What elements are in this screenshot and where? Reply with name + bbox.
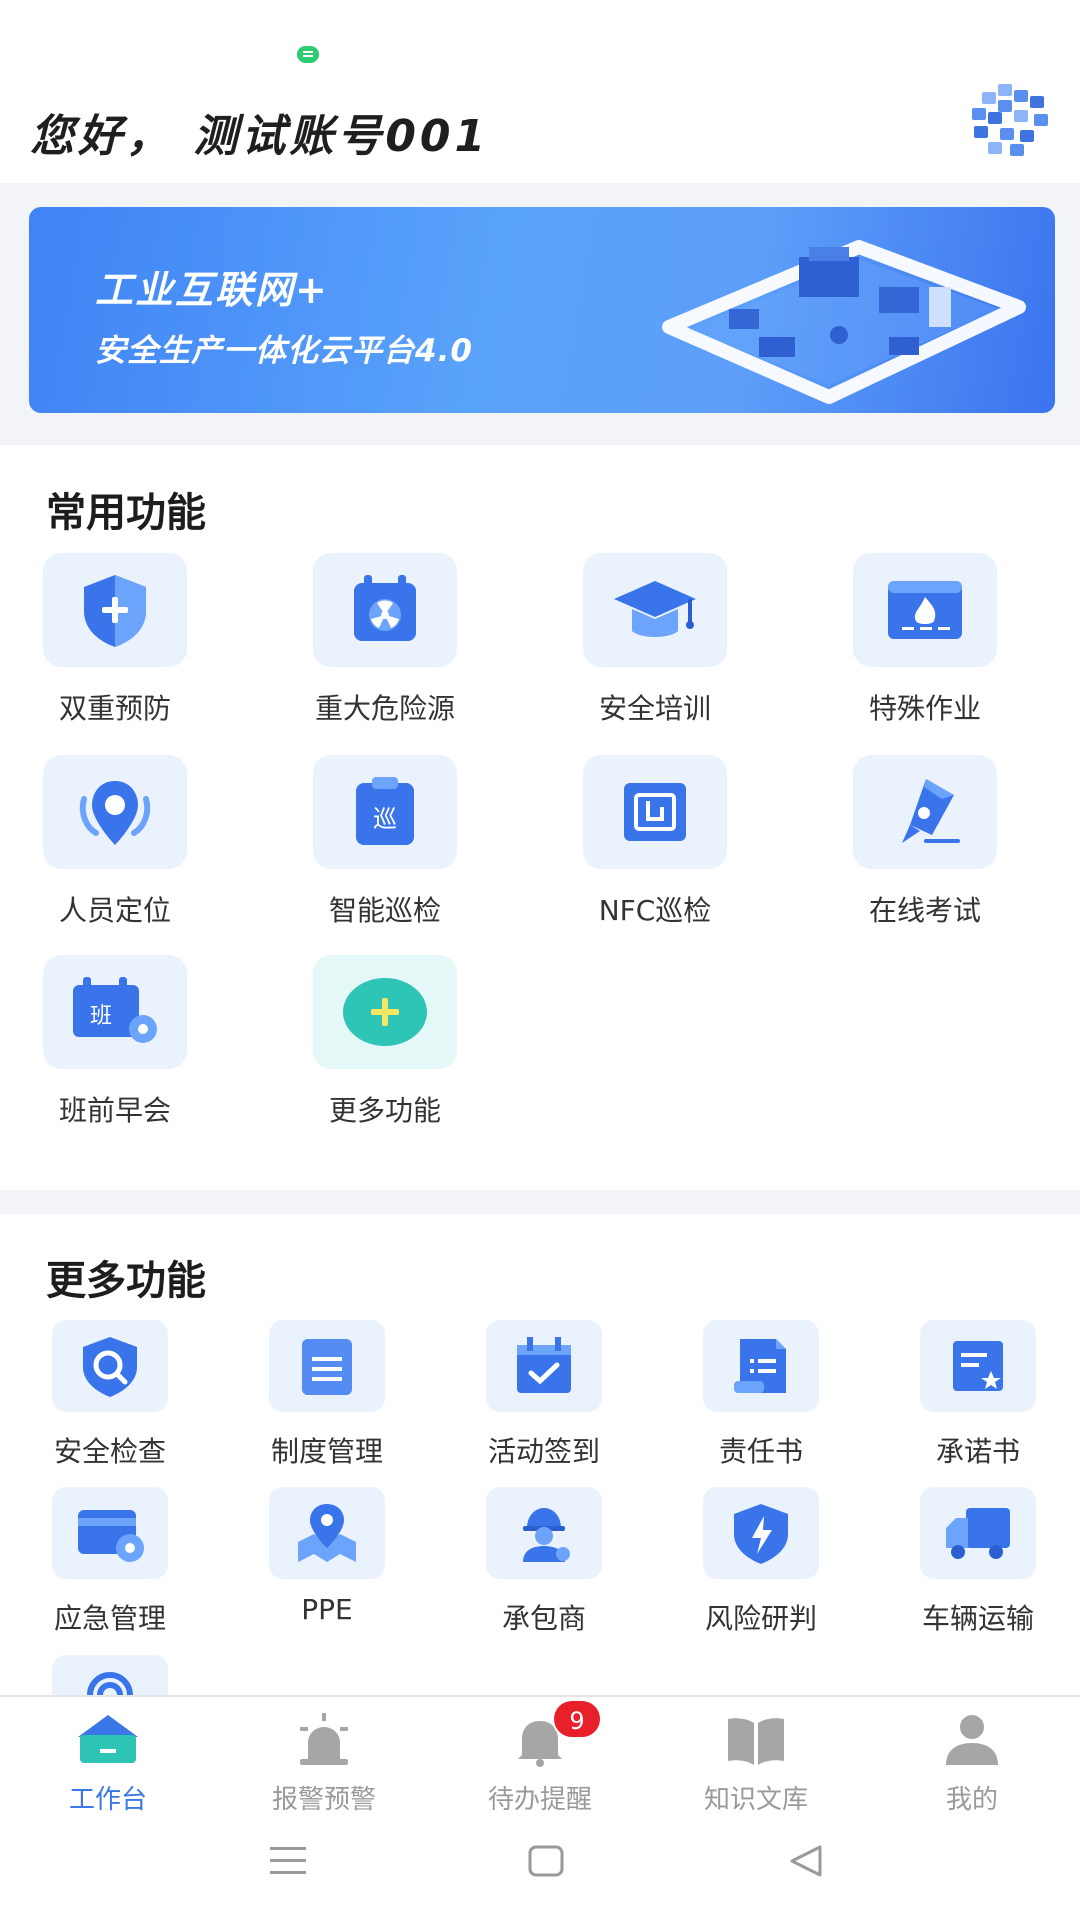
location-pin-icon: [43, 755, 187, 869]
more-emergency-management[interactable]: 应急管理: [20, 1487, 200, 1637]
more-contractor[interactable]: 承包商: [454, 1487, 634, 1637]
nav-label: 我的: [945, 1785, 998, 1815]
home-icon[interactable]: [526, 1843, 566, 1879]
nav-label: 工作台: [68, 1785, 147, 1815]
func-label: 安全培训: [598, 692, 711, 725]
menu-icon[interactable]: [268, 1843, 308, 1879]
func-major-hazard[interactable]: 重大危险源: [275, 553, 495, 727]
document-icon: [269, 1320, 385, 1412]
more-risk-assessment[interactable]: 风险研判: [671, 1487, 851, 1637]
func-nfc-patrol[interactable]: NFC巡检: [545, 755, 765, 929]
more-safety-check[interactable]: 安全检查: [20, 1320, 200, 1470]
book-icon: [728, 1718, 784, 1765]
nav-profile[interactable]: 我的: [864, 1697, 1080, 1815]
func-label: 承包商: [501, 1602, 586, 1635]
patrol-clipboard-icon: 巡: [313, 755, 457, 869]
section-divider: [0, 1190, 1080, 1214]
radiation-calendar-icon: [313, 553, 457, 667]
func-label: 活动签到: [487, 1435, 600, 1468]
plus-circle-icon: [313, 955, 457, 1069]
back-icon[interactable]: [786, 1843, 826, 1879]
more-activity-checkin[interactable]: 活动签到: [454, 1320, 634, 1470]
nav-alarm[interactable]: 报警预警: [216, 1697, 432, 1815]
nav-knowledge[interactable]: 知识文库: [648, 1697, 864, 1815]
nav-todo[interactable]: 9 待办提醒: [432, 1697, 648, 1815]
bottom-navigation: 工作台 报警预警 9 待办提醒 知识文库 我的: [0, 1695, 1080, 1815]
nav-label: 知识文库: [703, 1785, 808, 1815]
certificate-icon: [920, 1320, 1036, 1412]
more-vehicle-transport[interactable]: 车辆运输: [888, 1487, 1068, 1637]
func-label: NFC巡检: [598, 894, 712, 927]
func-label: 在线考试: [868, 894, 981, 927]
card-gear-icon: [52, 1487, 168, 1579]
system-navigation-bar: [0, 1813, 1080, 1920]
nav-workbench[interactable]: 工作台: [0, 1697, 216, 1815]
func-morning-meeting[interactable]: 班 班前早会: [5, 955, 225, 1129]
workbench-icon: [78, 1715, 138, 1763]
map-pin-icon: [269, 1487, 385, 1579]
func-label: 车辆运输: [921, 1602, 1034, 1635]
svg-text:巡: 巡: [373, 805, 397, 833]
more-commitment-letter[interactable]: 承诺书: [888, 1320, 1068, 1470]
nfc-icon: [583, 755, 727, 869]
greeting-title: 您好， 测试账号001: [30, 111, 490, 162]
func-more[interactable]: 更多功能: [275, 955, 495, 1129]
func-label: PPE: [301, 1593, 353, 1626]
scroll-icon: [703, 1320, 819, 1412]
func-safety-training[interactable]: 安全培训: [545, 553, 765, 727]
func-label: 制度管理: [270, 1435, 383, 1468]
func-label: 安全检查: [53, 1435, 166, 1468]
svg-text:班: 班: [90, 1004, 112, 1029]
worker-helmet-icon: [486, 1487, 602, 1579]
func-label: 重大危险源: [314, 692, 455, 725]
banner-subtitle: 安全生产一体化云平台4.0: [95, 333, 473, 369]
func-label: 更多功能: [328, 1094, 441, 1127]
func-label: 应急管理: [53, 1602, 166, 1635]
signal-icon: [52, 1655, 168, 1695]
more-responsibility-letter[interactable]: 责任书: [671, 1320, 851, 1470]
shift-calendar-gear-icon: 班: [43, 955, 187, 1069]
notification-dot-icon: [297, 46, 319, 63]
more-ppe[interactable]: PPE: [237, 1487, 417, 1626]
func-label: 班前早会: [58, 1094, 171, 1127]
func-online-exam[interactable]: 在线考试: [815, 755, 1035, 929]
func-label: 风险研判: [704, 1602, 817, 1635]
alarm-light-icon: [300, 1713, 348, 1765]
common-functions-title: 常用功能: [46, 490, 206, 536]
promo-banner[interactable]: 工业互联网+ 安全生产一体化云平台4.0: [29, 207, 1055, 413]
truck-icon: [920, 1487, 1036, 1579]
calendar-check-icon: [486, 1320, 602, 1412]
more-policy-management[interactable]: 制度管理: [237, 1320, 417, 1470]
factory-illustration-icon: [662, 240, 1026, 404]
nav-label: 报警预警: [271, 1785, 376, 1815]
fire-monitor-icon: [853, 553, 997, 667]
pen-nib-icon: [853, 755, 997, 869]
graduation-cap-icon: [583, 553, 727, 667]
nav-label: 待办提醒: [487, 1785, 592, 1815]
func-dual-prevention[interactable]: 双重预防: [5, 553, 225, 727]
func-special-work[interactable]: 特殊作业: [815, 553, 1035, 727]
shield-search-icon: [52, 1320, 168, 1412]
more-functions-title: 更多功能: [46, 1258, 206, 1304]
func-label: 特殊作业: [868, 692, 981, 725]
more-signal[interactable]: [20, 1655, 200, 1695]
app-logo-icon[interactable]: [970, 82, 1052, 158]
func-label: 人员定位: [58, 894, 171, 927]
func-smart-patrol[interactable]: 巡 智能巡检: [275, 755, 495, 929]
func-label: 承诺书: [935, 1435, 1020, 1468]
user-icon: [946, 1715, 998, 1765]
app-screen: 您好， 测试账号001 工业互联网+ 安全生产一体化云平台4.0 常用功能 双重…: [0, 0, 1080, 1920]
banner-title: 工业互联网+: [95, 268, 329, 312]
todo-count-badge: 9: [552, 1699, 602, 1739]
func-label: 智能巡检: [328, 894, 441, 927]
shield-lightning-icon: [703, 1487, 819, 1579]
func-label: 责任书: [718, 1435, 803, 1468]
func-label: 双重预防: [58, 692, 171, 725]
shield-plus-icon: [43, 553, 187, 667]
func-personnel-location[interactable]: 人员定位: [5, 755, 225, 929]
